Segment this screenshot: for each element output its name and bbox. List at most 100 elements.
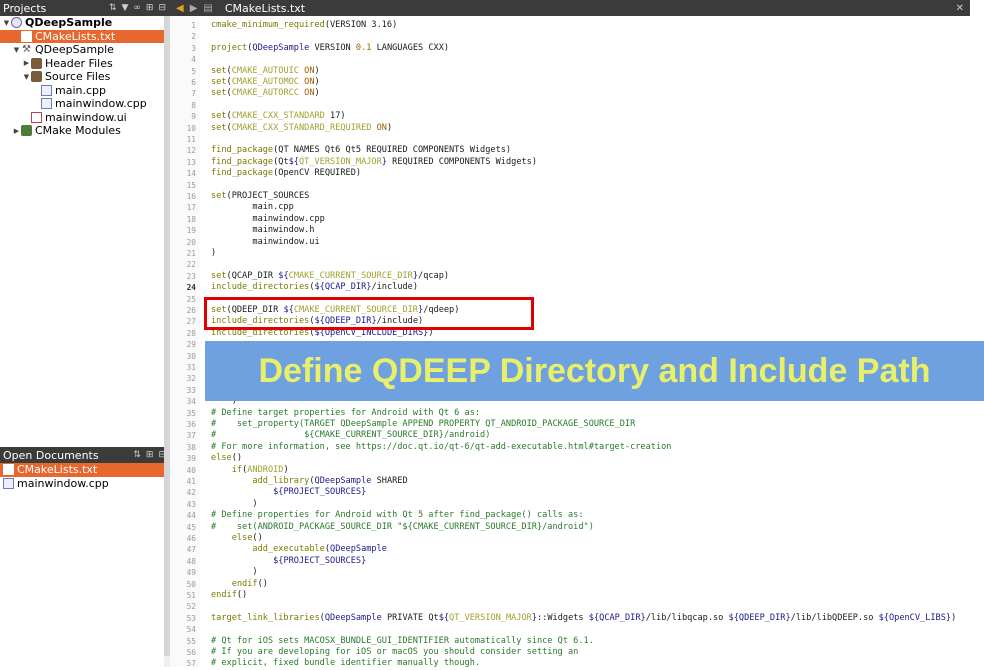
source-folder-icon (31, 71, 42, 83)
code-line[interactable]: add_executable(QDeepSample (211, 544, 387, 555)
tree-item[interactable]: ▶ CMake Modules (0, 124, 170, 138)
open-document-item[interactable]: CMakeLists.txt (0, 463, 170, 477)
line-number: 14 (186, 169, 196, 179)
line-number: 15 (186, 180, 196, 190)
expand-arrow-icon[interactable]: ▶ (12, 127, 21, 135)
line-number: 30 (186, 351, 196, 361)
code-line[interactable]: set(CMAKE_CXX_STANDARD_REQUIRED ON) (211, 123, 392, 134)
line-number: 40 (186, 465, 196, 475)
line-number: 42 (186, 488, 196, 498)
code-line[interactable]: find_package(OpenCV REQUIRED) (211, 168, 361, 179)
code-line[interactable]: # Define target properties for Android w… (211, 408, 480, 419)
cpp-file-icon (41, 84, 52, 96)
back-icon[interactable]: ◀ (176, 3, 184, 14)
line-number: 19 (186, 226, 196, 236)
cpp-file-icon (3, 477, 14, 489)
line-number: 25 (186, 294, 196, 304)
open-documents-list: CMakeLists.txt mainwindow.cpp (0, 463, 170, 490)
code-line[interactable]: ) (211, 499, 257, 510)
code-line[interactable]: set(CMAKE_AUTORCC ON) (211, 88, 320, 99)
code-line[interactable]: if(ANDROID) (211, 465, 289, 476)
tree-item[interactable]: mainwindow.cpp (0, 97, 170, 111)
code-line[interactable]: # Qt for iOS sets MACOSX_BUNDLE_GUI_IDEN… (211, 636, 594, 647)
cmake-file-icon (3, 464, 14, 476)
open-document-item[interactable]: mainwindow.cpp (0, 477, 170, 491)
code-line[interactable]: ${PROJECT_SOURCES} (211, 556, 366, 567)
filter-icon[interactable]: ▼ (121, 3, 128, 13)
line-number: 21 (186, 249, 196, 258)
code-line[interactable]: find_package(Qt${QT_VERSION_MAJOR} REQUI… (211, 157, 537, 168)
code-line[interactable]: # explicit, fixed bundle identifier manu… (211, 658, 480, 667)
line-number: 36 (186, 420, 196, 429)
line-number: 5 (191, 66, 196, 76)
line-number: 29 (186, 340, 196, 350)
tree-item-label: CMakeLists.txt (35, 29, 116, 43)
code-line[interactable]: target_link_libraries(QDeepSample PRIVAT… (211, 613, 956, 624)
document-icon: ▤ (203, 2, 213, 14)
line-number: 28 (186, 328, 196, 338)
line-number: 11 (186, 135, 196, 144)
line-number: 34 (186, 397, 196, 407)
code-line[interactable]: # Define properties for Android with Qt … (211, 510, 584, 521)
tree-item[interactable]: ▼ QDeepSample (0, 16, 170, 30)
code-line[interactable]: set(QCAP_DIR ${CMAKE_CURRENT_SOURCE_DIR}… (211, 271, 449, 282)
link-icon[interactable]: ∞ (133, 3, 141, 13)
hammer-icon: ⚒ (22, 44, 31, 56)
projects-pane-title: Projects (3, 1, 47, 15)
tree-item[interactable]: ▼ ⚒ QDeepSample (0, 43, 170, 57)
code-line[interactable]: set(CMAKE_AUTOMOC ON) (211, 77, 320, 88)
code-line[interactable]: project(QDeepSample VERSION 0.1 LANGUAGE… (211, 43, 449, 54)
expand-arrow-icon[interactable]: ▶ (22, 59, 31, 67)
split-icon[interactable]: ⊞ (146, 3, 154, 13)
code-line[interactable]: mainwindow.ui (211, 237, 319, 248)
expand-arrow-icon[interactable]: ▼ (22, 73, 31, 81)
code-line[interactable]: main.cpp (211, 202, 293, 213)
code-line[interactable]: ${PROJECT_SOURCES} (211, 487, 366, 498)
code-line[interactable]: else() (211, 453, 242, 464)
line-number: 4 (191, 55, 196, 65)
tree-item[interactable]: mainwindow.ui (0, 111, 170, 125)
split-icon[interactable]: ⊞ (146, 450, 154, 460)
line-number: 38 (186, 442, 196, 452)
code-line[interactable]: find_package(QT NAMES Qt6 Qt5 REQUIRED C… (211, 145, 511, 156)
code-line[interactable]: set(CMAKE_CXX_STANDARD 17) (211, 111, 346, 122)
code-line[interactable]: include_directories(${QCAP_DIR}/include) (211, 282, 418, 293)
code-line[interactable]: endif() (211, 579, 268, 590)
code-line[interactable]: # ${CMAKE_CURRENT_SOURCE_DIR}/android) (211, 430, 490, 441)
line-number: 37 (186, 431, 196, 441)
line-number: 47 (186, 545, 196, 555)
expand-arrow-icon[interactable]: ▼ (12, 46, 21, 54)
close-pane-icon[interactable]: ⊟ (158, 3, 166, 13)
sort-icon[interactable]: ⇅ (133, 450, 141, 460)
code-line[interactable]: ) (211, 567, 257, 578)
line-number: 41 (186, 477, 196, 486)
code-line[interactable]: # For more information, see https://doc.… (211, 442, 671, 453)
open-documents-header: Open Documents ⇅ ⊞ ⊟ (0, 447, 170, 463)
tree-item[interactable]: ▼ Source Files (0, 70, 170, 84)
line-number: 51 (186, 591, 196, 600)
code-line[interactable]: # If you are developing for iOS or macOS… (211, 647, 578, 658)
tree-item[interactable]: CMakeLists.txt (0, 29, 170, 43)
tree-item[interactable]: main.cpp (0, 84, 170, 98)
close-document-icon[interactable]: ✕ (956, 3, 964, 14)
line-number: 46 (186, 534, 196, 543)
code-line[interactable]: # set_property(TARGET QDeepSample APPEND… (211, 419, 635, 430)
code-line[interactable]: endif() (211, 590, 247, 601)
forward-icon[interactable]: ▶ (190, 3, 198, 14)
code-line[interactable]: mainwindow.h (211, 225, 314, 236)
code-line[interactable]: else() (211, 533, 263, 544)
code-line[interactable]: set(CMAKE_AUTOUIC ON) (211, 66, 320, 77)
sort-icon[interactable]: ⇅ (109, 3, 117, 13)
line-number: 23 (186, 271, 196, 281)
line-number: 8 (191, 100, 196, 110)
tree-item[interactable]: ▶ Header Files (0, 57, 170, 71)
tree-item-label: Header Files (45, 56, 113, 70)
code-line[interactable]: ) (211, 248, 216, 259)
code-line[interactable]: set(PROJECT_SOURCES (211, 191, 309, 202)
code-line[interactable]: add_library(QDeepSample SHARED (211, 476, 407, 487)
code-line[interactable]: # set(ANDROID_PACKAGE_SOURCE_DIR "${CMAK… (211, 522, 594, 533)
expand-arrow-icon[interactable]: ▼ (2, 19, 11, 27)
editor-tab-title[interactable]: CMakeLists.txt (225, 2, 305, 15)
code-line[interactable]: mainwindow.cpp (211, 214, 324, 225)
code-line[interactable]: cmake_minimum_required(VERSION 3.16) (211, 20, 397, 31)
